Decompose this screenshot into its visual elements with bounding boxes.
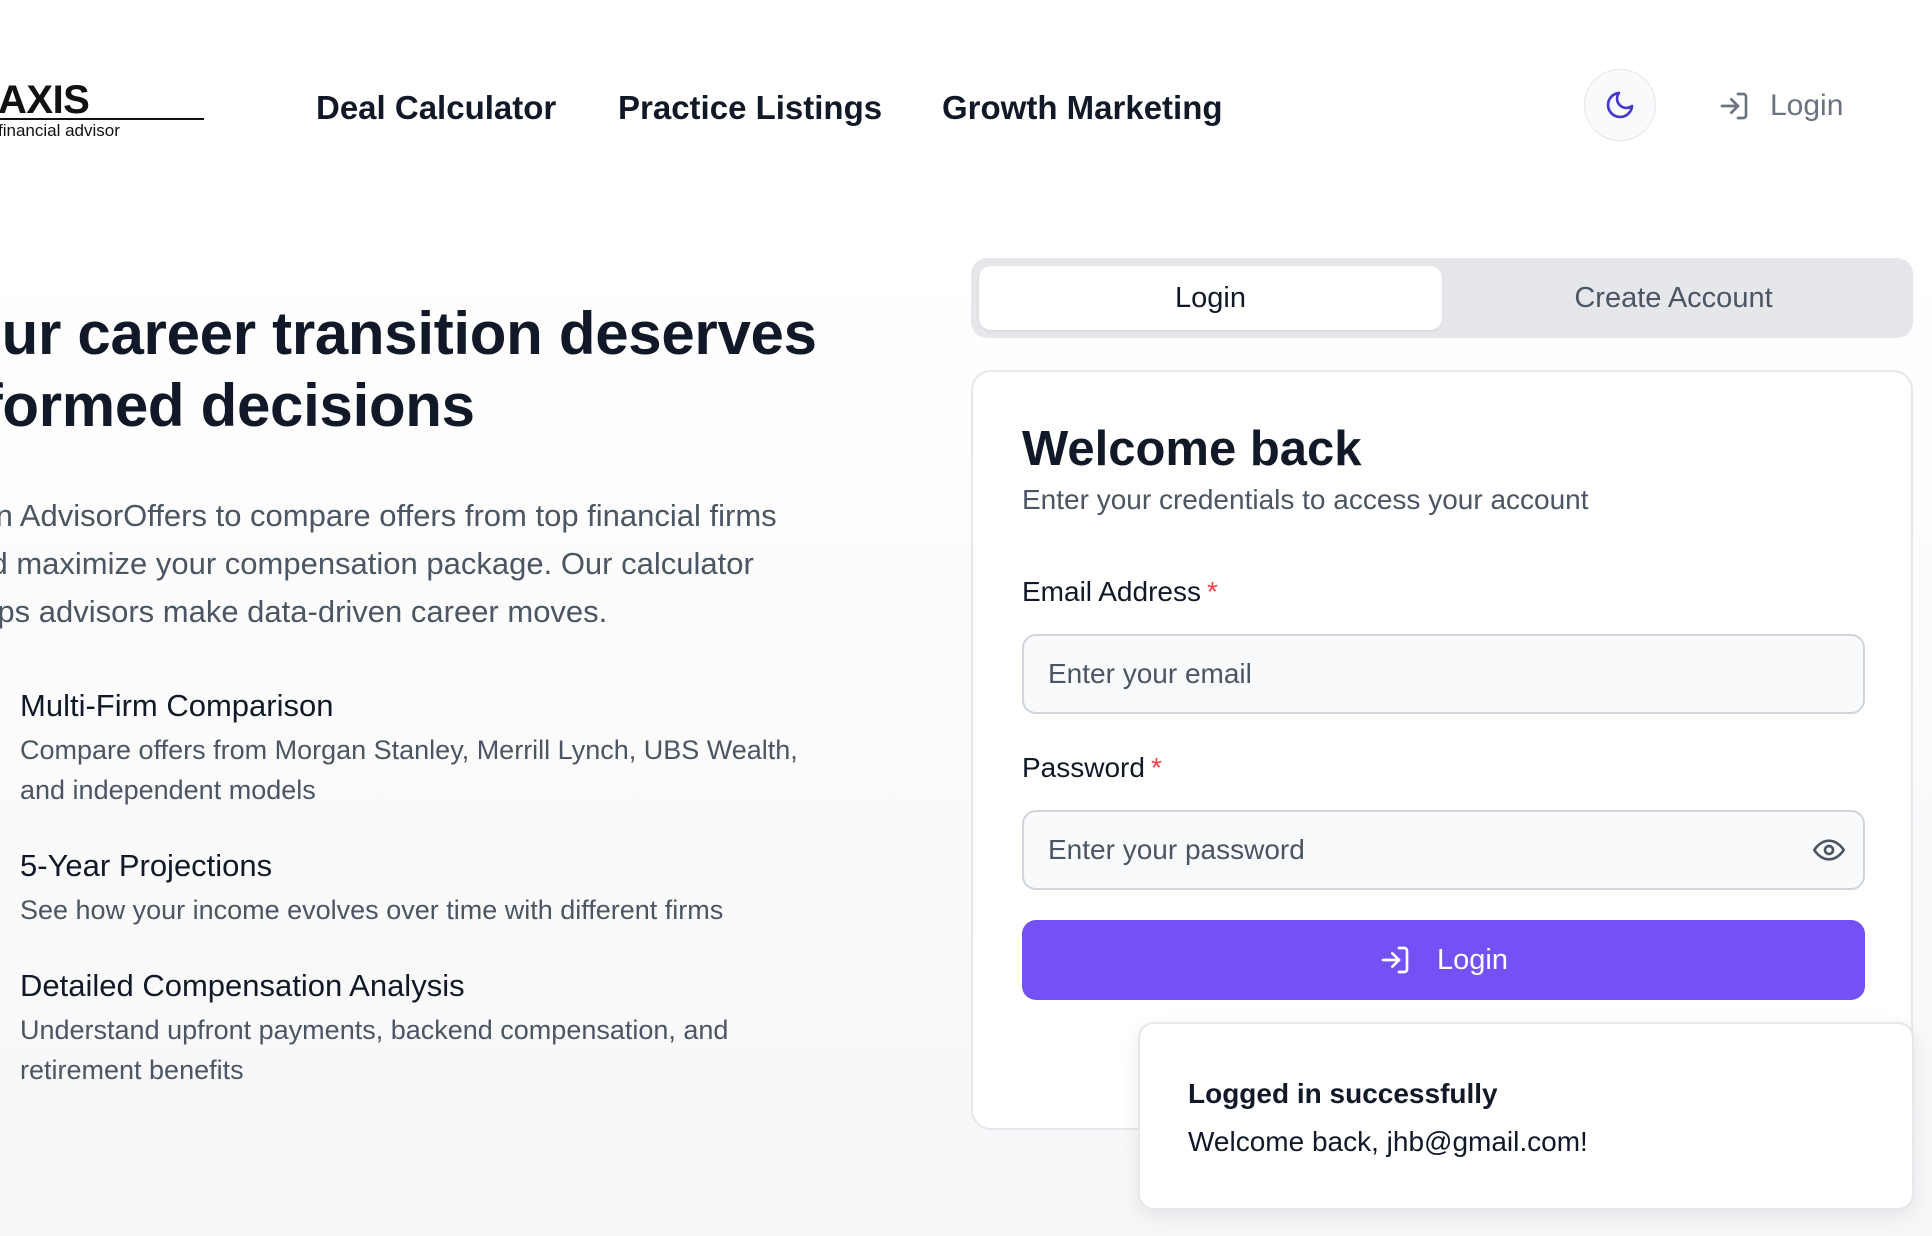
- login-submit-label: Login: [1437, 943, 1508, 976]
- logo[interactable]: AXIS financial advisor: [0, 78, 204, 144]
- feature-description: Understand upfront payments, backend com…: [20, 1010, 900, 1090]
- header-login-button[interactable]: Login: [1718, 84, 1843, 128]
- logo-underline: [0, 118, 204, 120]
- theme-toggle-button[interactable]: [1584, 69, 1656, 141]
- card-subtitle: Enter your credentials to access your ac…: [1022, 484, 1589, 515]
- log-in-icon: [1720, 92, 1748, 120]
- required-mark: *: [1150, 752, 1162, 783]
- toast-message: Welcome back, jhb@gmail.com!: [1188, 1126, 1588, 1157]
- success-toast[interactable]: Logged in successfully Welcome back, jhb…: [1138, 1022, 1914, 1210]
- required-mark: *: [1206, 576, 1218, 607]
- nav-deal-calculator[interactable]: Deal Calculator: [316, 88, 556, 128]
- tab-create-account[interactable]: Create Account: [1442, 266, 1905, 330]
- feature-item: Detailed Compensation Analysis Understan…: [20, 964, 900, 1090]
- feature-desc-line: See how your income evolves over time wi…: [20, 895, 724, 925]
- nav-practice-listings[interactable]: Practice Listings: [618, 88, 882, 128]
- feature-description: Compare offers from Morgan Stanley, Merr…: [20, 730, 900, 810]
- feature-desc-line: Compare offers from Morgan Stanley, Merr…: [20, 735, 798, 765]
- password-input[interactable]: [1022, 810, 1865, 890]
- feature-title: Multi-Firm Comparison: [20, 688, 334, 723]
- hero-desc-line-2: and maximize your compensation package. …: [0, 546, 754, 581]
- toast-title: Logged in successfully: [1188, 1078, 1498, 1109]
- nav-growth-marketing[interactable]: Growth Marketing: [942, 88, 1223, 128]
- email-label: Email Address *: [1022, 574, 1218, 610]
- hero-desc-line-3: helps advisors make data-driven career m…: [0, 594, 608, 629]
- feature-desc-line: Understand upfront payments, backend com…: [20, 1015, 729, 1045]
- login-card: Welcome back Enter your credentials to a…: [971, 370, 1913, 1130]
- moon-icon: [1606, 91, 1634, 119]
- feature-item: Multi-Firm Comparison Compare offers fro…: [20, 684, 900, 810]
- feature-title: Detailed Compensation Analysis: [20, 968, 465, 1003]
- feature-item: 5-Year Projections See how your income e…: [20, 844, 900, 930]
- feature-desc-line: retirement benefits: [20, 1055, 244, 1085]
- log-in-icon: [1381, 946, 1409, 974]
- logo-word: AXIS: [0, 78, 90, 122]
- hero-desc-line-1: Join AdvisorOffers to compare offers fro…: [0, 498, 777, 533]
- password-label-text: Password: [1022, 752, 1145, 783]
- auth-tabs: Login Create Account: [971, 258, 1913, 338]
- header-login-label: Login: [1770, 89, 1844, 122]
- hero-title-line-1: Your career transition deserves: [0, 300, 817, 367]
- feature-description: See how your income evolves over time wi…: [20, 890, 900, 930]
- hero-description: Join AdvisorOffers to compare offers fro…: [0, 492, 876, 636]
- eye-icon: [1813, 839, 1845, 861]
- feature-desc-line: and independent models: [20, 775, 316, 805]
- show-password-toggle[interactable]: [1811, 832, 1847, 868]
- logo-tagline: financial advisor: [0, 121, 120, 140]
- card-title: Welcome back: [1022, 422, 1362, 476]
- tab-login[interactable]: Login: [979, 266, 1442, 330]
- login-submit-button[interactable]: Login: [1022, 920, 1865, 1000]
- feature-title: 5-Year Projections: [20, 848, 273, 883]
- hero-title-line-2: informed decisions: [0, 372, 475, 439]
- page: AXIS financial advisor Deal Calculator P…: [0, 0, 1932, 1236]
- hero-title: Your career transition deserves informed…: [0, 298, 890, 442]
- email-input[interactable]: [1022, 634, 1865, 714]
- email-label-text: Email Address: [1022, 576, 1201, 607]
- password-label: Password *: [1022, 750, 1162, 786]
